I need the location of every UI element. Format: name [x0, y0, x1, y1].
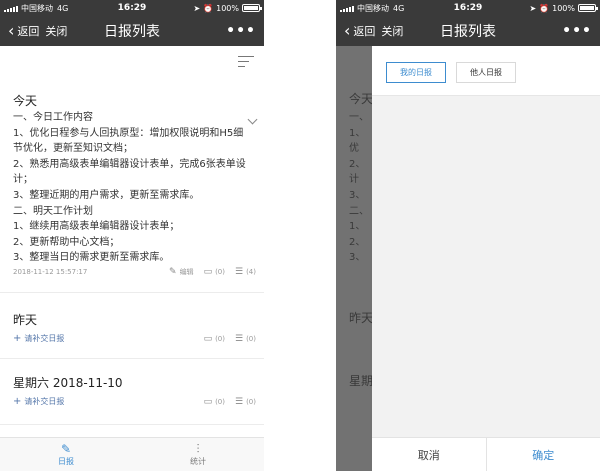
page-title: 日报列表 [440, 24, 496, 40]
pencil-icon: ✎ [169, 267, 177, 277]
comment-icon: ▭ [203, 396, 213, 407]
more-menu-button[interactable]: ••• [562, 23, 592, 39]
battery-icon [242, 4, 262, 12]
comments-button[interactable]: ▭ (0) [204, 334, 225, 344]
filter-panel-footer: 取消 确定 [372, 437, 600, 471]
comment-icon: ▭ [203, 333, 213, 344]
read-list-button[interactable]: ☰ (0) [235, 397, 256, 407]
divider [0, 424, 264, 425]
report-timestamp: 2018-11-12 15:57:17 [13, 268, 88, 276]
comments-button[interactable]: ▭ (0) [204, 397, 225, 407]
clock: 16:29 [117, 3, 147, 13]
cancel-button[interactable]: 取消 [372, 438, 486, 471]
chevron-left-icon: ‹ [8, 21, 15, 40]
comments-button[interactable]: ▭ (0) [204, 267, 225, 277]
divider [0, 292, 264, 293]
filter-icon[interactable] [238, 56, 254, 70]
report-meta: + 请补交日报 ▭ (0) ☰ (0) [13, 396, 256, 407]
more-menu-button[interactable]: ••• [226, 23, 256, 39]
report-meta: + 请补交日报 ▭ (0) ☰ (0) [13, 333, 256, 344]
list-icon: ☰ [235, 396, 244, 407]
nav-bar: ‹ 返回 关闭 日报列表 ••• [0, 16, 264, 46]
phone-screen-filter-panel: 中国移动 4G 16:29 ➤ ⏰ 100% ‹返回 关闭 日报列表 ••• 今… [336, 0, 600, 471]
submit-report-link[interactable]: + 请补交日报 [13, 396, 194, 407]
read-list-button[interactable]: ☰ (4) [235, 267, 256, 277]
phone-screen-report-list: 中国移动 4G 16:29 ➤ ⏰ 100% ‹ 返回 关闭 日报列表 ••• 今… [0, 0, 264, 471]
page-title: 日报列表 [104, 24, 160, 40]
submit-report-link[interactable]: + 请补交日报 [13, 333, 194, 344]
report-meta: 2018-11-12 15:57:17 ✎ 编辑 ▭ (0) ☰ (4) [13, 267, 256, 277]
report-line: 1、优化日程参与人回执原型：增加权限说明和H5细节优化，更新至知识文档； [13, 127, 244, 155]
list-icon: ☰ [235, 333, 244, 344]
report-line: 2、熟悉用高级表单编辑器设计表单，完成6张表单设计； [13, 158, 246, 186]
back-button[interactable]: ‹ 返回 [344, 23, 375, 39]
report-line: 1、继续用高级表单编辑器设计表单； [13, 221, 180, 233]
bar-chart-icon: ⫶ [196, 442, 200, 456]
report-line: 一、今日工作内容 [13, 112, 93, 123]
pencil-icon: ✎ [60, 442, 72, 456]
chevron-left-icon: ‹ [344, 21, 351, 40]
nav-bar: ‹ 返回 关闭 日报列表 ••• [336, 16, 600, 46]
close-button[interactable]: 关闭 [45, 23, 67, 39]
back-button[interactable]: ‹ 返回 [8, 23, 39, 39]
modal-backdrop[interactable] [336, 46, 372, 471]
confirm-button[interactable]: 确定 [485, 438, 600, 471]
status-bar: 中国移动 4G 16:29 ➤ ⏰ 100% [0, 0, 264, 16]
read-list-button[interactable]: ☰ (0) [235, 334, 256, 344]
tab-statistics[interactable]: ⫶ 统计 [132, 438, 264, 471]
battery-icon [578, 4, 598, 12]
report-list: 今天 一、今日工作内容 1、优化日程参与人回执原型：增加权限说明和H5细节优化，… [0, 46, 264, 437]
status-bar: 中国移动 4G 16:29 ➤ ⏰ 100% [336, 0, 600, 16]
tab-daily-report[interactable]: ✎ 日报 [0, 438, 132, 471]
comment-icon: ▭ [203, 267, 213, 277]
others-reports-button[interactable]: 他人日报 [456, 62, 516, 83]
filter-panel: 我的日报 他人日报 取消 确定 [372, 46, 600, 471]
clock: 16:29 [453, 3, 483, 13]
report-line: 二、明天工作计划 [13, 205, 93, 217]
divider [0, 358, 264, 359]
my-reports-button[interactable]: 我的日报 [386, 62, 446, 83]
filter-panel-header: 我的日报 他人日报 [372, 46, 600, 96]
report-day-title: 昨天 [13, 313, 38, 327]
close-button[interactable]: 关闭 [381, 23, 403, 39]
list-icon: ☰ [235, 267, 244, 277]
report-day-title: 星期六 2018-11-10 [13, 376, 123, 390]
report-day-title: 今天 [13, 94, 38, 108]
report-body[interactable]: 一、今日工作内容 1、优化日程参与人回执原型：增加权限说明和H5细节优化，更新至… [13, 110, 250, 266]
report-line: 3、整理近期的用户需求，更新至需求库。 [13, 189, 200, 201]
report-line: 2、更新帮助中心文档； [13, 236, 120, 248]
edit-button[interactable]: ✎ 编辑 [169, 267, 194, 277]
tab-bar: ✎ 日报 ⫶ 统计 [0, 437, 264, 471]
report-line: 3、整理当日的需求更新至需求库。 [13, 252, 170, 264]
